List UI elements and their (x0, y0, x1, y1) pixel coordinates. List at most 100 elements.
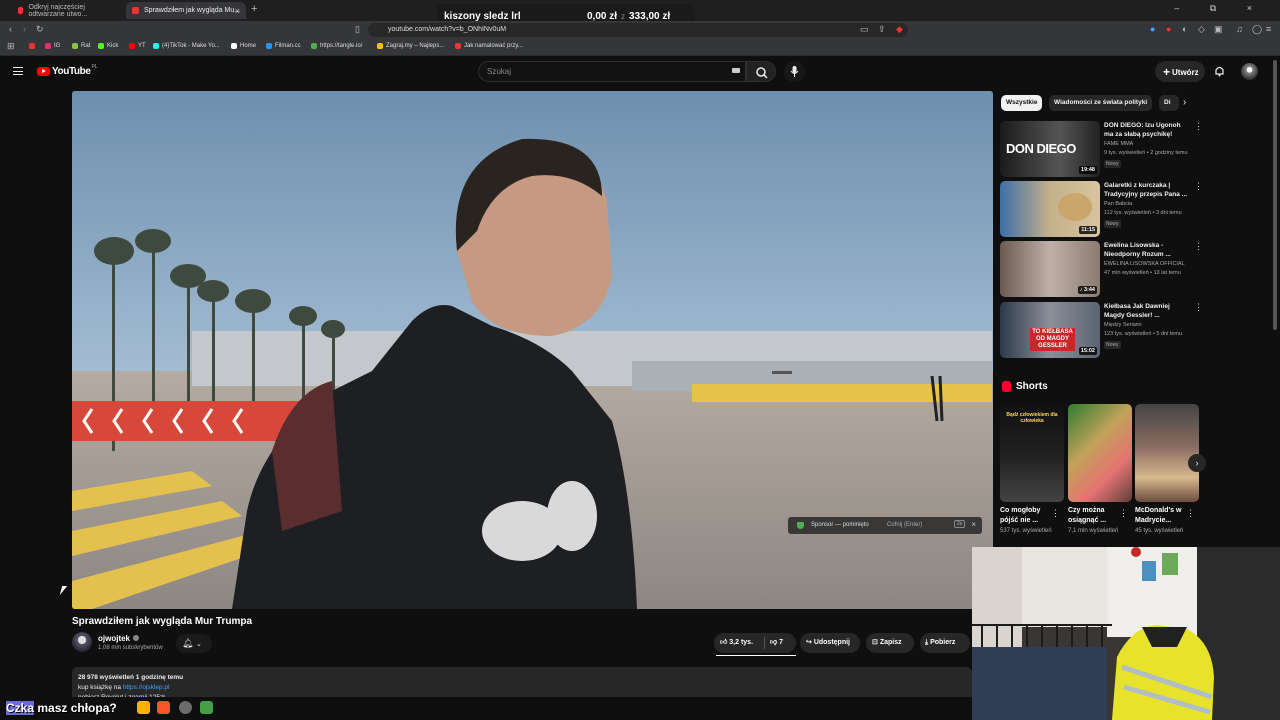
shop-link[interactable]: https://ojsklep.pl (123, 684, 170, 691)
short-item[interactable]: Czy można osiągnąć ... 7,1 mln wyświetle… (1068, 404, 1132, 534)
bookmark-item[interactable] (29, 43, 35, 49)
video-title[interactable]: Galaretki z kurczaka | Tradycyjny przepi… (1104, 181, 1188, 199)
like-count: 3,2 tys. (729, 639, 754, 646)
bookmark-item[interactable]: Filman.cc (266, 43, 301, 49)
extension-icon[interactable]: ● (1166, 24, 1171, 34)
video-thumbnail[interactable]: DON DIEGO 19:48 (1000, 121, 1100, 177)
short-item[interactable]: Bądź człowiekiem dla człowieka Co mogłob… (1000, 404, 1064, 534)
account-avatar[interactable] (1241, 63, 1258, 80)
search-button[interactable] (746, 61, 776, 82)
short-title[interactable]: Co mogłoby pójść nie ... (1000, 506, 1052, 526)
obs-icon[interactable] (179, 701, 192, 714)
short-title[interactable]: Czy można osiągnąć ... (1068, 506, 1120, 526)
channel-avatar[interactable] (72, 632, 92, 652)
extension-icon[interactable]: ◇ (1198, 24, 1205, 35)
more-options-icon[interactable]: ⋮ (1194, 122, 1203, 131)
chip-all[interactable]: Wszystkie (1001, 95, 1043, 111)
video-title[interactable]: Ewelina Lisowska - Nieodporny Rozum ... (1104, 241, 1188, 259)
forward-icon[interactable]: › (23, 24, 26, 34)
bookmark-item[interactable]: Home (231, 43, 256, 49)
hamburger-menu-icon[interactable] (13, 67, 23, 75)
share-page-icon[interactable]: ⇪ (878, 24, 886, 35)
video-thumbnail[interactable]: 11:15 (1000, 181, 1100, 237)
short-title[interactable]: McDonald's w Madrycie... (1135, 506, 1187, 526)
cast-icon[interactable]: ▭ (860, 24, 869, 35)
taskbar-app-icon[interactable] (137, 701, 150, 714)
download-button[interactable]: ⤓ Pobierz (920, 633, 970, 653)
extension-icon[interactable]: ▣ (1214, 24, 1223, 35)
address-bar[interactable]: youtube.com/watch?v=b_ONhINv0uM (368, 23, 908, 37)
back-icon[interactable]: ‹ (9, 24, 12, 34)
recommended-video[interactable]: DON DIEGO 19:48 DON DIEGO: Izu Ugonoh ma… (1000, 121, 1203, 177)
bookmark-item[interactable]: (4)TikTok - Make Yo... (153, 43, 220, 49)
extension-icon[interactable]: ● (1150, 24, 1155, 34)
window-controls[interactable]: – ⧉ × (1174, 3, 1266, 14)
subscription-notify-button[interactable]: 🔔︎ ⌄ (176, 634, 212, 653)
bookmark-item[interactable]: Rat (72, 43, 90, 49)
more-options-icon[interactable]: ⋮ (1194, 303, 1203, 312)
short-thumbnail[interactable] (1135, 404, 1199, 502)
more-options-icon[interactable]: ⋮ (1119, 508, 1128, 519)
short-thumbnail[interactable]: Bądź człowiekiem dla człowieka (1000, 404, 1064, 502)
video-thumbnail[interactable]: ♪ 3:44 (1000, 241, 1100, 297)
video-title[interactable]: DON DIEGO: Izu Ugonoh ma za słabą psychi… (1104, 121, 1188, 139)
channel-name[interactable]: EWELINA LISOWSKA OFFICIAL (1104, 261, 1185, 267)
shorts-next-button[interactable]: › (1188, 454, 1206, 472)
new-tab-button[interactable]: + (251, 3, 257, 15)
recommended-video[interactable]: 11:15 Galaretki z kurczaka | Tradycyjny … (1000, 181, 1203, 237)
close-icon[interactable]: × (971, 520, 976, 529)
bookmark-item[interactable]: https://tangle.io/ (311, 43, 362, 49)
brave-icon[interactable] (157, 701, 170, 714)
channel-name[interactable]: Między Seriami (1104, 322, 1142, 328)
video-duration: 19:48 (1078, 166, 1097, 174)
music-icon[interactable]: ♫ (1236, 24, 1243, 34)
reload-icon[interactable]: ↻ (36, 24, 44, 35)
video-title[interactable]: Kiełbasa Jak Dawniej Magdy Gessler! ... (1104, 302, 1188, 320)
keyboard-icon[interactable] (732, 68, 740, 73)
video-thumbnail[interactable]: TO KIEŁBASA OD MAGDY GESSLER 15:02 (1000, 302, 1100, 358)
more-options-icon[interactable]: ⋮ (1194, 182, 1203, 191)
bookmark-icon[interactable]: ▯ (355, 24, 360, 35)
create-button[interactable]: + Utwórz (1155, 61, 1205, 82)
bookmark-item[interactable]: YT (129, 43, 146, 49)
channel-name[interactable]: FAME MMA (1104, 141, 1133, 147)
bookmark-item[interactable]: Kick (98, 43, 118, 49)
taskbar-app-icon[interactable] (200, 701, 213, 714)
browser-tab-spotify[interactable]: Odkryj najczęściej odtwarzane utwo... (12, 2, 120, 19)
channel-name[interactable]: ojwojtek (98, 634, 140, 643)
share-button[interactable]: ↪ Udostępnij (800, 633, 860, 653)
bookmark-item[interactable]: Jak namalować przy... (455, 43, 523, 49)
page-scrollbar[interactable] (1273, 60, 1277, 330)
profile-icon[interactable]: ◯ (1252, 24, 1262, 35)
voice-search-button[interactable] (784, 61, 805, 82)
dislike-button[interactable]: 👎︎ 7 (770, 633, 783, 653)
recommended-video[interactable]: ♪ 3:44 Ewelina Lisowska - Nieodporny Roz… (1000, 241, 1203, 297)
short-thumbnail[interactable] (1068, 404, 1132, 502)
bell-icon[interactable] (1214, 65, 1225, 77)
menu-dots-icon[interactable]: ≡ (1266, 24, 1271, 34)
chip-more[interactable]: Di (1159, 95, 1179, 111)
bookmark-item[interactable]: Zagraj.my – Najleps... (377, 43, 444, 49)
brave-shield-icon[interactable]: ◆ (896, 24, 903, 35)
bookmark-item[interactable]: IG (45, 43, 60, 49)
close-tab-icon[interactable]: × (235, 6, 240, 16)
more-options-icon[interactable]: ⋮ (1051, 508, 1060, 519)
chip-politics[interactable]: Wiadomości ze świata polityki (1049, 95, 1153, 111)
more-options-icon[interactable]: ⋮ (1186, 508, 1195, 519)
browser-tab-video[interactable]: Sprawdziłem jak wygląda Mu... × (126, 2, 246, 19)
stream-chat-message: Czka masz chłopa? (6, 701, 117, 715)
search-input[interactable]: Szukaj (478, 61, 746, 82)
extension-icon[interactable]: ◐ (1182, 24, 1187, 34)
channel-name[interactable]: Pan Babcia (1104, 201, 1132, 207)
like-dislike-group: 👍︎ 3,2 tys. 👎︎ 7 (714, 633, 796, 653)
chevron-right-icon[interactable]: › (1183, 97, 1186, 108)
youtube-play-icon (37, 67, 50, 76)
undo-skip-button[interactable]: Cofnij (Enter) (887, 522, 922, 528)
more-options-icon[interactable]: ⋮ (1194, 242, 1203, 251)
video-meta: 47 mln wyświetleń • 13 lat temu (1104, 270, 1181, 276)
like-button[interactable]: 👍︎ 3,2 tys. (720, 633, 753, 653)
apps-grid-icon[interactable]: ⊞ (7, 41, 15, 52)
youtube-logo[interactable]: YouTube PL (37, 64, 98, 77)
recommended-video[interactable]: TO KIEŁBASA OD MAGDY GESSLER 15:02 Kiełb… (1000, 302, 1203, 358)
save-button[interactable]: ⊡ Zapisz (866, 633, 914, 653)
